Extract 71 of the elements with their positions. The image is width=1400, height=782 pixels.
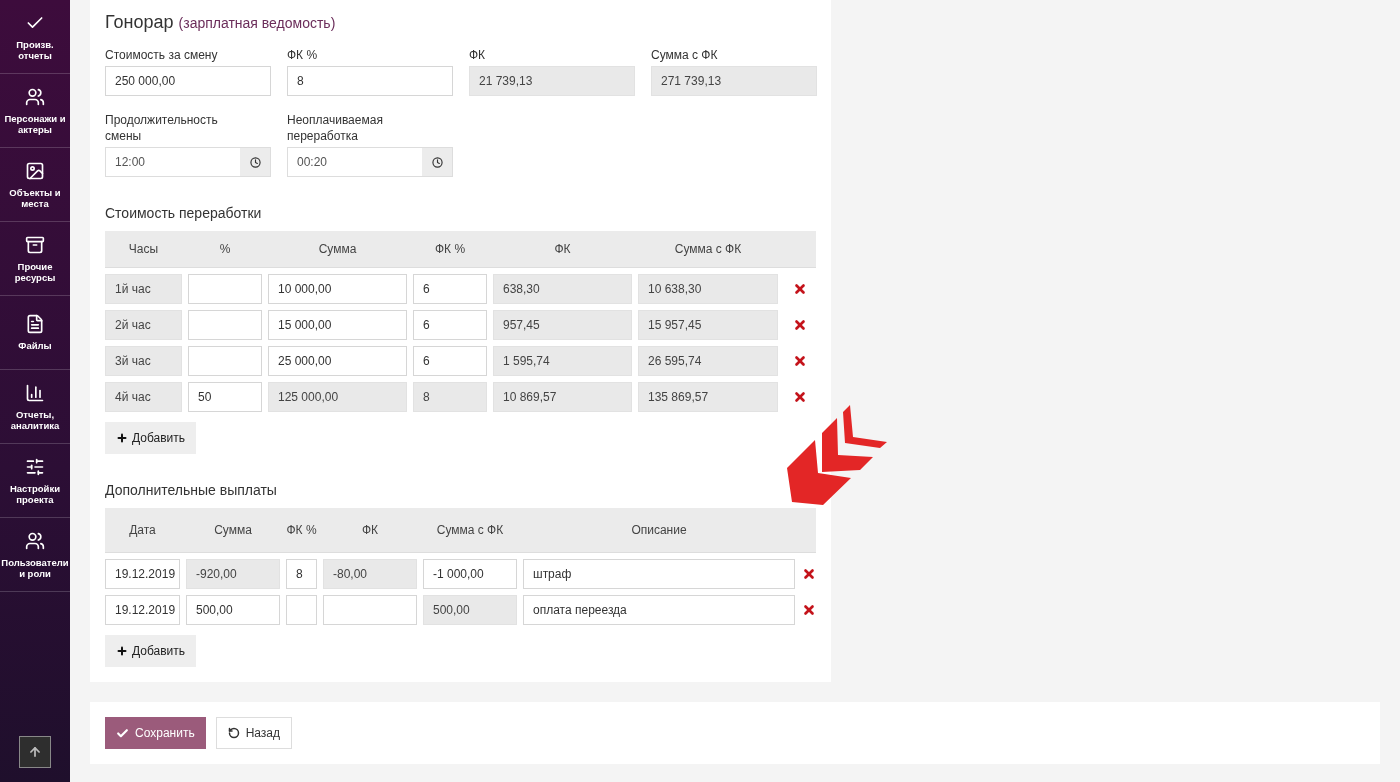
input-field[interactable]: 2й час bbox=[105, 310, 182, 340]
sidebar-item[interactable]: Файлы bbox=[0, 296, 70, 370]
input-field[interactable]: 8 bbox=[413, 382, 487, 412]
input-field[interactable]: 638,30 bbox=[493, 274, 632, 304]
input-field[interactable]: 250 000,00 bbox=[105, 66, 271, 96]
column-header: Сумма bbox=[213, 522, 253, 539]
input-field[interactable]: 957,45 bbox=[493, 310, 632, 340]
sidebar-item[interactable]: Пользователи и роли bbox=[0, 518, 70, 592]
input-field[interactable]: 3й час bbox=[105, 346, 182, 376]
input-field[interactable]: 19.12.2019 bbox=[105, 595, 180, 625]
input-field[interactable]: оплата переезда bbox=[523, 595, 795, 625]
input-field[interactable]: 8 bbox=[287, 66, 453, 96]
time-field[interactable]: 12:00 bbox=[105, 147, 271, 177]
input-field[interactable]: 8 bbox=[286, 559, 317, 589]
input-field[interactable]: 500,00 bbox=[186, 595, 280, 625]
field-label: Продолжительность смены bbox=[105, 112, 219, 144]
sidebar-item[interactable]: Отчеты, аналитика bbox=[0, 370, 70, 444]
input-field[interactable]: -920,00 bbox=[186, 559, 280, 589]
input-field[interactable]: 125 000,00 bbox=[268, 382, 407, 412]
column-header: Описание bbox=[630, 522, 688, 539]
column-header: % bbox=[218, 241, 232, 258]
section-title: Дополнительные выплаты bbox=[105, 482, 278, 498]
column-header: Дата bbox=[128, 522, 157, 539]
section-subtitle: (зарплатная ведомость) bbox=[178, 15, 336, 31]
column-header: ФК % bbox=[433, 241, 467, 258]
sidebar-item[interactable]: Настройки проекта bbox=[0, 444, 70, 518]
save-button[interactable]: Сохранить bbox=[105, 717, 206, 749]
column-header: Сумма bbox=[317, 241, 358, 258]
input-field[interactable]: 1й час bbox=[105, 274, 182, 304]
input-field[interactable]: -1 000,00 bbox=[423, 559, 517, 589]
column-header: Сумма с ФК bbox=[435, 522, 505, 539]
input-field[interactable]: 21 739,13 bbox=[469, 66, 635, 96]
input-field[interactable]: 50 bbox=[188, 382, 262, 412]
field-label: ФК bbox=[469, 47, 487, 63]
sidebar-item[interactable]: Объекты и места bbox=[0, 148, 70, 222]
column-header: Часы bbox=[127, 241, 160, 258]
input-field[interactable]: 271 739,13 bbox=[651, 66, 817, 96]
input-field[interactable]: 6 bbox=[413, 346, 487, 376]
field-label: Неоплачиваемая переработка bbox=[287, 112, 384, 144]
input-field[interactable]: 15 957,45 bbox=[638, 310, 778, 340]
input-field[interactable]: 135 869,57 bbox=[638, 382, 778, 412]
field-label: ФК % bbox=[287, 47, 319, 63]
section-title: Стоимость переработки bbox=[105, 205, 263, 221]
input-field[interactable]: 10 000,00 bbox=[268, 274, 407, 304]
time-field[interactable]: 00:20 bbox=[287, 147, 453, 177]
section-title: Гонорар bbox=[105, 12, 174, 33]
column-header: Сумма с ФК bbox=[673, 241, 743, 258]
input-field[interactable]: 4й час bbox=[105, 382, 182, 412]
add-button[interactable]: Добавить bbox=[105, 422, 197, 454]
field-label: Стоимость за смену bbox=[105, 47, 219, 63]
back-button[interactable]: Назад bbox=[215, 717, 293, 749]
input-field[interactable]: 6 bbox=[413, 310, 487, 340]
column-header: ФК bbox=[360, 522, 380, 539]
input-field[interactable]: 10 869,57 bbox=[493, 382, 632, 412]
input-field[interactable]: 19.12.2019 bbox=[105, 559, 180, 589]
sidebar-item[interactable]: Произв. отчеты bbox=[0, 0, 70, 74]
input-field[interactable]: 6 bbox=[413, 274, 487, 304]
field-label: Сумма с ФК bbox=[651, 47, 719, 63]
input-field[interactable]: -80,00 bbox=[323, 559, 417, 589]
input-field[interactable]: 1 595,74 bbox=[493, 346, 632, 376]
column-header: ФК % bbox=[286, 522, 317, 539]
input-field[interactable]: 15 000,00 bbox=[268, 310, 407, 340]
input-field[interactable]: 26 595,74 bbox=[638, 346, 778, 376]
input-field[interactable]: 10 638,30 bbox=[638, 274, 778, 304]
input-field[interactable]: 25 000,00 bbox=[268, 346, 407, 376]
input-field[interactable]: 500,00 bbox=[423, 595, 517, 625]
input-field[interactable]: штраф bbox=[523, 559, 795, 589]
sidebar-item[interactable]: Персонажи и актеры bbox=[0, 74, 70, 148]
sidebar-item[interactable]: Прочие ресурсы bbox=[0, 222, 70, 296]
column-header: ФК bbox=[553, 241, 572, 258]
add-button[interactable]: Добавить bbox=[105, 635, 197, 667]
